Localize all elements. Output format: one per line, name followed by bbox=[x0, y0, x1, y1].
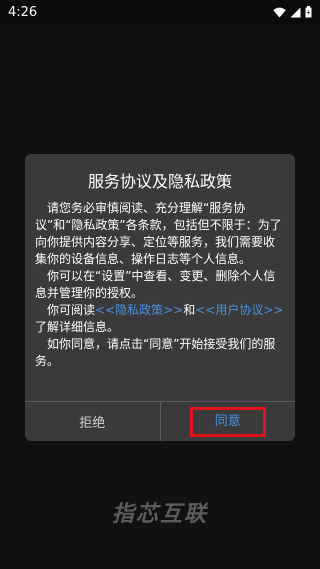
signal-icon bbox=[290, 7, 301, 18]
links-suffix: 了解详细信息。 bbox=[35, 320, 120, 334]
screen: 4:26 服务协议及隐私政策 请您务必审慎阅读、充分理解“服务协议”和“隐私政策… bbox=[0, 0, 320, 569]
status-bar: 4:26 bbox=[0, 0, 320, 24]
privacy-dialog: 服务协议及隐私政策 请您务必审慎阅读、充分理解“服务协议”和“隐私政策”各条款，… bbox=[25, 154, 295, 441]
agree-button[interactable]: 同意 bbox=[161, 402, 296, 441]
reject-button-label: 拒绝 bbox=[79, 416, 106, 431]
status-time: 4:26 bbox=[8, 4, 38, 20]
watermark-logo: 指芯互联 bbox=[111, 502, 208, 527]
status-icons bbox=[273, 6, 312, 18]
wifi-icon bbox=[273, 7, 286, 18]
dialog-title: 服务协议及隐私政策 bbox=[87, 172, 232, 191]
privacy-policy-link[interactable]: <<隐私政策>> bbox=[95, 303, 183, 317]
links-and: 和 bbox=[183, 303, 196, 317]
agreement-paragraph-consent: 如你同意，请点击“同意”开始接受我们的服务。 bbox=[35, 337, 276, 368]
agreement-paragraph-links: 你可阅读<<隐私政策>>和<<用户协议>> 了解详细信息。 bbox=[35, 302, 285, 336]
links-prefix: 你可阅读 bbox=[47, 303, 96, 317]
agreement-paragraph-intro: 请您务必审慎阅读、充分理解“服务协议”和“隐私政策”各条款，包括但不限于：为了向… bbox=[35, 201, 282, 266]
agree-button-label: 同意 bbox=[189, 406, 266, 437]
user-agreement-link[interactable]: <<用户协议>> bbox=[195, 303, 283, 317]
dialog-body: 请您务必审慎阅读、充分理解“服务协议”和“隐私政策”各条款，包括但不限于：为了向… bbox=[35, 200, 285, 370]
reject-button[interactable]: 拒绝 bbox=[25, 402, 161, 441]
battery-icon bbox=[305, 6, 312, 18]
agreement-paragraph-settings: 你可以在“设置”中查看、变更、删除个人信息并管理你的授权。 bbox=[35, 269, 276, 300]
dialog-button-row: 拒绝 同意 bbox=[25, 401, 295, 441]
